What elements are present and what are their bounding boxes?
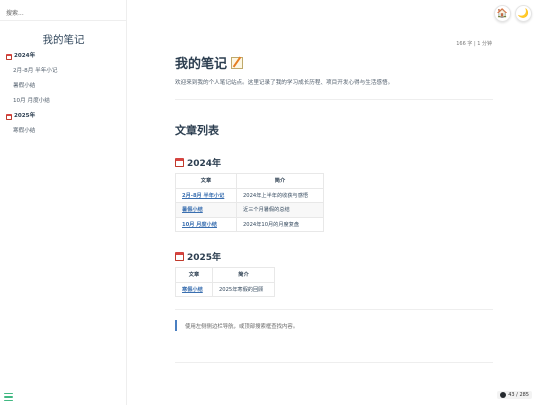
calendar-icon [6,53,12,60]
github-icon [500,392,507,398]
menu-bar [4,396,13,398]
calendar-icon [175,158,184,167]
sidebar-item-half-year[interactable]: 2月-8月 半年小记 [6,68,124,75]
sidebar-group-2024[interactable]: 2024年 [6,53,124,60]
menu-bar [4,399,13,401]
sidebar-toggle-button[interactable] [4,393,13,401]
memo-icon [231,56,244,69]
menu-bar [4,393,13,395]
table-cell: 寒假小结 [175,281,213,297]
table-header: 文章 [175,173,237,189]
table-cell: 2024年上半年的收获与感悟 [236,187,324,203]
calendar-icon [175,252,184,261]
table-cell: 2月-8月 半年小记 [175,187,237,203]
moon-icon: 🌙 [517,8,530,19]
divider [175,99,493,100]
articles-table-2024: 文章 简介 2月-8月 半年小记 2024年上半年的收获与感悟 暑假小结 近三个… [175,173,324,232]
sidebar-group-2025[interactable]: 2025年 [6,113,124,120]
search-input[interactable] [0,3,127,24]
table-row: 2月-8月 半年小记 2024年上半年的收获与感悟 [175,187,324,203]
table-header: 简介 [212,267,275,283]
sidebar-group-label: 2025年 [14,113,36,119]
article-link[interactable]: 2月-8月 半年小记 [182,193,224,199]
divider [175,362,493,363]
divider [175,309,493,310]
theme-toggle-button[interactable]: 🌙 [515,5,532,22]
home-button[interactable]: 🏠 [494,5,511,22]
table-cell: 近三个月暑假的总结 [236,202,324,218]
year-heading-2024: 2024年 [175,156,221,169]
sidebar-item-october[interactable]: 10月 月度小结 [6,98,124,105]
home-icon: 🏠 [496,8,509,19]
sidebar-nav: 2024年 2月-8月 半年小记 暑假小结 10月 月度小结 2025年 寒假小… [6,53,124,135]
table-row: 寒假小结 2025年寒假的回顾 [175,281,275,297]
sidebar-item-winter[interactable]: 寒假小结 [6,128,124,135]
github-count: 43 / 285 [508,392,529,398]
table-cell: 2024年10月的月度复盘 [236,216,324,232]
year-heading-text: 2024年 [187,159,222,169]
section-title: 文章列表 [175,124,219,137]
table-cell: 2025年寒假的回顾 [212,281,275,297]
sidebar-group-label: 2024年 [14,53,36,59]
sidebar-item-summer[interactable]: 暑假小结 [6,83,124,90]
page-title: 我的笔记 [175,53,244,72]
articles-table-2025: 文章 简介 寒假小结 2025年寒假的回顾 [175,267,275,297]
sidebar: 我的笔记 2024年 2月-8月 半年小记 暑假小结 10月 月度小结 2025… [0,0,127,405]
year-heading-2025: 2025年 [175,250,221,263]
year-heading-text: 2025年 [187,253,222,263]
page-title-text: 我的笔记 [175,57,228,72]
table-row: 暑假小结 近三个月暑假的总结 [175,202,324,218]
intro-text: 欢迎来到我的个人笔记站点。这里记录了我的学习成长历程、项目开发心得与生活感悟。 [175,80,394,86]
reading-info: 166 字 | 1 分钟 [456,41,492,47]
app-name[interactable]: 我的笔记 [0,32,127,47]
table-cell: 暑假小结 [175,202,237,218]
table-row: 10月 月度小结 2024年10月的月度复盘 [175,216,324,232]
table-header: 文章 [175,267,213,283]
search-box [0,0,127,24]
calendar-icon [6,113,12,120]
table-header: 简介 [236,173,324,189]
github-badge[interactable]: 43 / 285 [497,391,532,399]
table-cell: 10月 月度小结 [175,216,237,232]
article-link[interactable]: 10月 月度小结 [182,222,217,228]
tip-quote: 使用左侧侧边栏导航，或顶部搜索框查找内容。 [175,320,298,331]
article-link[interactable]: 寒假小结 [182,287,203,293]
article-link[interactable]: 暑假小结 [182,207,203,213]
